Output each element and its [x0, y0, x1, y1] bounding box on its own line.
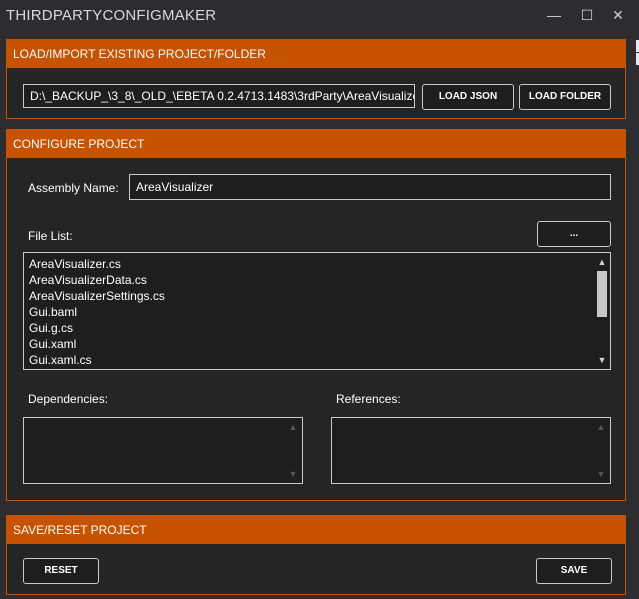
title-bar: THIRDPARTYCONFIGMAKER — ☐ ✕ — [0, 0, 639, 32]
file-list-scrollbar[interactable]: ▲ ▼ — [594, 253, 610, 369]
load-import-header: LOAD/IMPORT EXISTING PROJECT/FOLDER — [7, 40, 625, 68]
file-list-label: File List: — [28, 229, 73, 243]
app-title: THIRDPARTYCONFIGMAKER — [6, 7, 217, 24]
save-reset-header: SAVE/RESET PROJECT — [7, 516, 625, 544]
save-button[interactable]: SAVE — [536, 558, 612, 584]
assembly-name-label: Assembly Name: — [28, 181, 119, 195]
minimize-icon[interactable]: — — [543, 4, 565, 26]
dependencies-label: Dependencies: — [28, 392, 109, 406]
reset-button[interactable]: RESET — [23, 558, 99, 584]
load-json-button[interactable]: LOAD JSON — [422, 84, 514, 110]
load-import-panel: LOAD/IMPORT EXISTING PROJECT/FOLDER D:\_… — [6, 39, 626, 119]
assembly-name-input[interactable]: AreaVisualizer — [129, 174, 611, 200]
dependencies-textarea[interactable]: ▲ ▼ — [23, 417, 303, 484]
list-item[interactable]: Gui.xaml — [29, 337, 76, 351]
list-item[interactable]: AreaVisualizerSettings.cs — [29, 289, 165, 303]
save-reset-panel: SAVE/RESET PROJECT RESET SAVE — [6, 515, 626, 595]
scroll-up-icon[interactable]: ▲ — [594, 421, 608, 433]
close-icon[interactable]: ✕ — [607, 4, 629, 26]
scroll-down-icon[interactable]: ▼ — [286, 468, 300, 480]
load-folder-button[interactable]: LOAD FOLDER — [519, 84, 611, 110]
scroll-up-icon[interactable]: ▲ — [286, 421, 300, 433]
file-list[interactable]: AreaVisualizer.cs AreaVisualizerData.cs … — [23, 252, 611, 370]
list-item[interactable]: AreaVisualizerData.cs — [29, 273, 147, 287]
list-item[interactable]: Gui.baml — [29, 305, 77, 319]
scroll-thumb[interactable] — [597, 271, 607, 317]
list-item[interactable]: AreaVisualizer.cs — [29, 257, 121, 271]
maximize-icon[interactable]: ☐ — [576, 4, 598, 26]
scroll-up-icon[interactable]: ▲ — [594, 255, 610, 269]
scroll-down-icon[interactable]: ▼ — [594, 353, 610, 367]
browse-files-button[interactable]: ... — [537, 221, 611, 247]
configure-project-header: CONFIGURE PROJECT — [7, 130, 625, 158]
references-textarea[interactable]: ▲ ▼ — [331, 417, 611, 484]
references-label: References: — [336, 392, 401, 406]
list-item[interactable]: Gui.g.cs — [29, 321, 73, 335]
project-path-input[interactable]: D:\_BACKUP_\3_8\_OLD_\EBETA 0.2.4713.148… — [23, 84, 415, 108]
list-item[interactable]: Gui.xaml.cs — [29, 353, 92, 367]
configure-project-panel: CONFIGURE PROJECT Assembly Name: AreaVis… — [6, 129, 626, 501]
scroll-down-icon[interactable]: ▼ — [594, 468, 608, 480]
